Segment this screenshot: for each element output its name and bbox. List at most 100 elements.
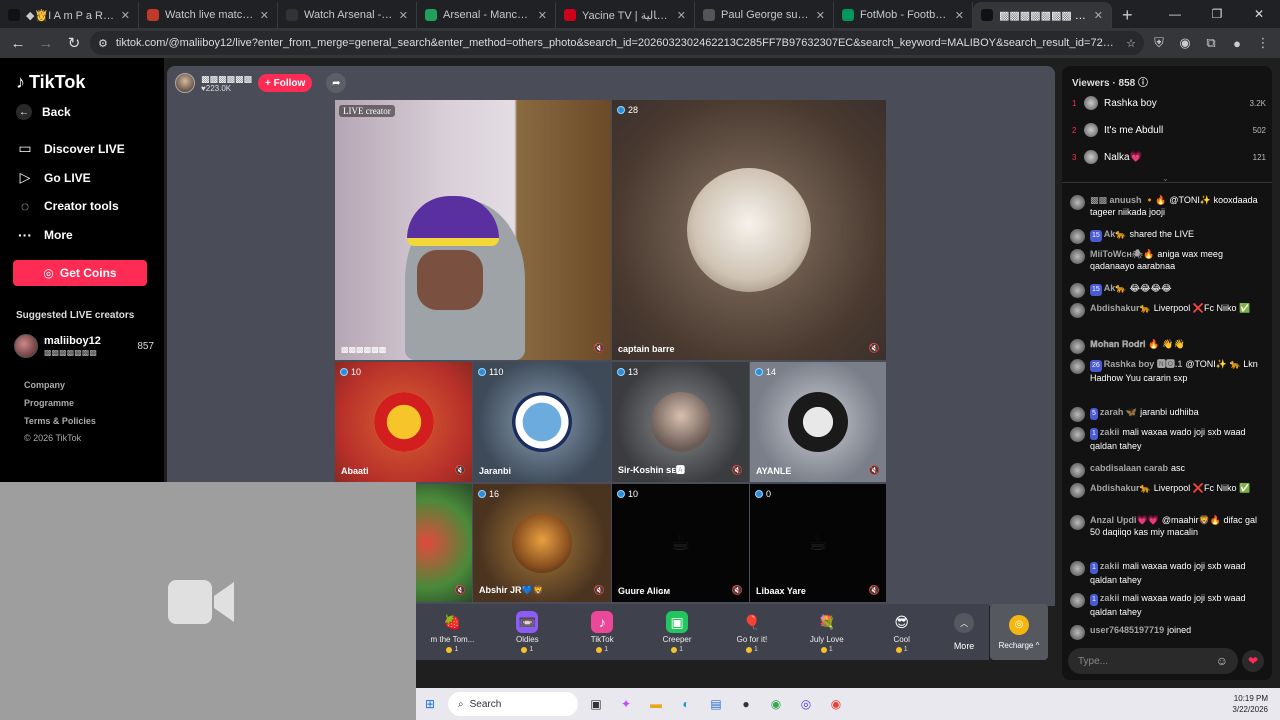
chat-username[interactable]: user76485197719 [1090, 625, 1164, 635]
chat-username[interactable]: Rashka boy 🅽🅾.1 [1104, 359, 1183, 369]
sidebar-item-go-live[interactable]: ▷ Go LIVE [16, 169, 91, 186]
avatar[interactable] [1070, 359, 1085, 374]
browser-tab[interactable]: Arsenal - Manchester City✕ [417, 2, 556, 28]
info-icon[interactable]: ⓘ [1138, 78, 1148, 89]
new-tab-icon[interactable]: + [1112, 2, 1143, 28]
gift-item[interactable]: ▣ Creeper 1 [640, 604, 715, 660]
recharge-button[interactable]: ◎ Recharge ^ [990, 604, 1048, 660]
sidebar-item-more[interactable]: ··· More [16, 227, 73, 243]
close-tab-icon[interactable]: ✕ [538, 9, 547, 22]
avatar[interactable] [1070, 463, 1085, 478]
chat-username[interactable]: zakii [1100, 427, 1120, 437]
chat-username[interactable]: MiiToWᴄʜ🕷🔥 [1090, 249, 1154, 259]
tiktok-logo[interactable]: ♪ TikTok [16, 72, 85, 93]
guest-tile-partial[interactable]: 🔇 [416, 484, 472, 602]
gift-item[interactable]: 🎈 Go for it! 1 [715, 604, 790, 660]
restore-icon[interactable]: ❐ [1196, 0, 1238, 28]
store-icon[interactable]: ▤ [704, 692, 728, 716]
close-tab-icon[interactable]: ✕ [955, 9, 964, 22]
avatar[interactable] [1070, 229, 1085, 244]
avatar[interactable] [1070, 483, 1085, 498]
guest-tile-sir-koshin[interactable]: 13 Sir-Koshin ꜱᴇ🅰 🔇 [612, 362, 749, 482]
footer-link-company[interactable]: Company [24, 380, 65, 390]
guest-tile-jaranbi[interactable]: 110 Jaranbi [473, 362, 611, 482]
browser-tab[interactable]: Watch Arsenal - Manches✕ [278, 2, 417, 28]
avatar[interactable] [1070, 283, 1085, 298]
sidebar-item-discover-live[interactable]: ▭ Discover LIVE [16, 140, 124, 157]
emoji-icon[interactable]: ☺ [1216, 654, 1228, 668]
copilot-icon[interactable]: ✦ [614, 692, 638, 716]
browser-tab[interactable]: Paul George suspended fo✕ [695, 2, 834, 28]
task-view-icon[interactable]: ▣ [584, 692, 608, 716]
chat-username[interactable]: Ak🐆 [1104, 229, 1127, 239]
extensions-puzzle-icon[interactable]: ⧉ [1200, 32, 1222, 54]
extension-shield-icon[interactable]: ⛨ [1148, 32, 1170, 54]
forward-nav-icon[interactable]: → [34, 31, 58, 55]
browser-menu-icon[interactable]: ⋮ [1252, 32, 1274, 54]
guest-tile-abaati[interactable]: 10 Abaati 🔇 [335, 362, 472, 482]
avatar[interactable] [1070, 195, 1085, 210]
chat-username[interactable]: ▩▩ anuush 🔸🔥 [1090, 195, 1166, 205]
follow-button[interactable]: + Follow [258, 74, 313, 92]
avatar[interactable] [1070, 625, 1085, 640]
windows-start-icon[interactable]: ⊞ [418, 692, 442, 716]
avatar[interactable] [175, 73, 195, 93]
share-icon[interactable]: ➦ [326, 73, 347, 93]
close-tab-icon[interactable]: ✕ [399, 9, 408, 22]
back-nav-icon[interactable]: ← [6, 31, 30, 55]
chrome-icon[interactable]: ◉ [764, 692, 788, 716]
chat-username[interactable]: zakii [1100, 561, 1120, 571]
avatar[interactable] [1070, 339, 1085, 354]
chrome-profile-icon[interactable]: ◉ [824, 692, 848, 716]
close-tab-icon[interactable]: ✕ [816, 9, 825, 22]
guest-tile-guure[interactable]: 10 ☕ Guure Aliɢᴍ 🔇 [612, 484, 749, 602]
chat-username[interactable]: zakii [1100, 593, 1120, 603]
guest-tile-libaax[interactable]: 0 ☕ Libaax Yare 🔇 [750, 484, 886, 602]
host-video-tile[interactable]: LIVE creator ▩▩▩▩▩▩ 🔇 [335, 100, 611, 360]
chat-username[interactable]: zarah 🦋 [1100, 407, 1137, 417]
avatar[interactable] [1070, 303, 1085, 318]
browser-tab[interactable]: FotMob - Football Live Sc✕ [834, 2, 973, 28]
edge-icon[interactable]: ◐ [674, 692, 698, 716]
profile-avatar-icon[interactable]: ● [1226, 32, 1248, 54]
avatar[interactable] [1070, 593, 1085, 608]
suggested-creator[interactable]: maliiboy12 ▩▩▩▩▩▩▩ 857 [14, 334, 154, 358]
chat-username[interactable]: 𝐌𝐨𝐡𝐚𝐧 𝐑𝐨𝐝𝐫𝐢 🔥 [1090, 339, 1159, 349]
get-coins-button[interactable]: ◎ Get Coins [13, 260, 147, 286]
extension-globe-icon[interactable]: ◉ [1174, 32, 1196, 54]
top-viewer-row[interactable]: 1 Rashka boy 3.2K [1072, 96, 1266, 110]
site-info-icon[interactable]: ⚙ [98, 37, 108, 50]
top-viewer-row[interactable]: 2 It's me Abdull 502 [1072, 123, 1266, 137]
avatar[interactable] [1070, 249, 1085, 264]
taskbar-clock[interactable]: 10:19 PM 3/22/2026 [1232, 693, 1268, 715]
footer-link-programme[interactable]: Programme [24, 398, 74, 408]
browser-tab[interactable]: ◆👸I A m P a R D 💗🍓✕ [0, 2, 139, 28]
chat-username[interactable]: Abdishakur🐆 [1090, 483, 1151, 493]
gift-item[interactable]: 🍓 m the Tom... 1 [415, 604, 490, 660]
gift-item[interactable]: 📼 Oldies 1 [490, 604, 565, 660]
gift-item[interactable]: 💐 July Love 1 [789, 604, 864, 660]
gift-item[interactable]: ♪ TikTok 1 [565, 604, 640, 660]
reload-icon[interactable]: ↻ [62, 31, 86, 55]
gift-item[interactable]: 😎 Cool 1 [864, 604, 939, 660]
app-circle-icon[interactable]: ◎ [794, 692, 818, 716]
chat-username[interactable]: Ak🐆 [1104, 283, 1127, 293]
more-gifts-button[interactable]: ︿ More [939, 604, 989, 660]
file-explorer-icon[interactable]: ▬ [644, 692, 668, 716]
bookmark-star-icon[interactable]: ☆ [1126, 37, 1136, 50]
close-tab-icon[interactable]: ✕ [260, 9, 269, 22]
minimize-icon[interactable]: — [1154, 0, 1196, 28]
footer-link-terms[interactable]: Terms & Policies [24, 416, 96, 426]
avatar[interactable] [1070, 427, 1085, 442]
guest-tile-abshir[interactable]: 16 Abshir JR💙🦁 🔇 [473, 484, 611, 602]
guest-tile-captain-barre[interactable]: 28 captain barre 🔇 [612, 100, 886, 360]
browser-tab[interactable]: Watch live matches — Ya✕ [139, 2, 278, 28]
close-tab-icon[interactable]: ✕ [121, 9, 130, 22]
browser-tab[interactable]: ▩▩▩▩▩▩▩ (@mali✕ [973, 2, 1112, 28]
app-icon[interactable]: ● [734, 692, 758, 716]
browser-tab[interactable]: Yacine TV | يقوم بجودة عالية✕ [556, 2, 695, 28]
avatar[interactable] [1070, 515, 1085, 530]
top-viewer-row[interactable]: 3 Nalka💗 121 [1072, 150, 1266, 164]
chat-input[interactable]: Type... ☺ [1068, 648, 1238, 674]
taskbar-search[interactable]: ⌕ Search [448, 692, 578, 716]
